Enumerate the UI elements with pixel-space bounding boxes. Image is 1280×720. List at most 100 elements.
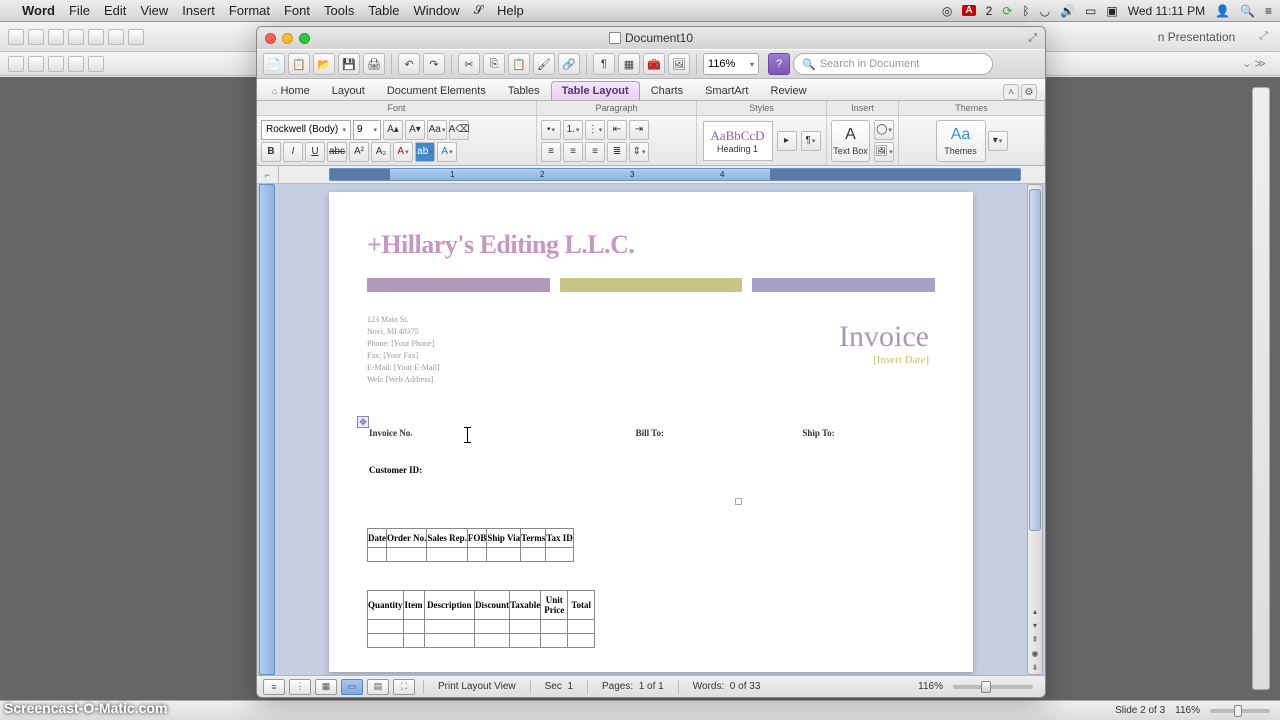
th-ship-via[interactable]: Ship Via xyxy=(487,529,521,548)
align-left-button[interactable]: ≡ xyxy=(541,142,561,162)
menu-table[interactable]: Table xyxy=(368,3,399,18)
highlight-button[interactable]: ab xyxy=(415,142,435,162)
table-row[interactable] xyxy=(368,620,595,634)
media-button[interactable]: 🖼 xyxy=(668,53,690,75)
th-tax-id[interactable]: Tax ID xyxy=(546,529,573,548)
menu-format[interactable]: Format xyxy=(229,3,270,18)
bullets-button[interactable]: • xyxy=(541,120,561,140)
open-button[interactable]: 📂 xyxy=(313,53,335,75)
ruler[interactable]: ⌐ 1 2 3 4 xyxy=(257,166,1045,184)
undo-button[interactable]: ↶ xyxy=(398,53,420,75)
notebook-view-button[interactable]: ▤ xyxy=(367,679,389,695)
document-page[interactable]: +Hillary's Editing L.L.C. 123 Main St. N… xyxy=(329,192,973,672)
th-quantity[interactable]: Quantity xyxy=(368,591,404,620)
justify-button[interactable]: ≣ xyxy=(607,142,627,162)
draft-view-button[interactable]: ≡ xyxy=(263,679,285,695)
fullscreen-view-button[interactable]: ⛶ xyxy=(393,679,415,695)
bluetooth-icon[interactable]: ᛒ xyxy=(1022,4,1029,18)
menu-view[interactable]: View xyxy=(140,3,168,18)
host-scrollbar[interactable] xyxy=(1252,87,1270,690)
browse-object-icon[interactable]: ◉ xyxy=(1028,646,1042,660)
font-size-dropdown[interactable]: 9 xyxy=(353,120,381,140)
font-name-dropdown[interactable]: Rockwell (Body) xyxy=(261,120,351,140)
prev-page-icon[interactable]: ⇞ xyxy=(1028,632,1042,646)
company-name[interactable]: +Hillary's Editing L.L.C. xyxy=(329,192,973,260)
print-button[interactable]: 🖨 xyxy=(363,53,385,75)
th-sales-rep[interactable]: Sales Rep. xyxy=(427,529,468,548)
align-right-button[interactable]: ≡ xyxy=(585,142,605,162)
date-icon[interactable]: ▣ xyxy=(1106,4,1117,18)
help-button[interactable]: ? xyxy=(768,53,790,75)
italic-button[interactable]: I xyxy=(283,142,303,162)
zoom-dropdown[interactable]: 116% xyxy=(703,53,759,75)
indent-button[interactable]: ⇥ xyxy=(629,120,649,140)
th-total[interactable]: Total xyxy=(568,591,595,620)
invoice-date[interactable]: [Insert Date] xyxy=(873,354,929,366)
outline-view-button[interactable]: ⋮ xyxy=(289,679,311,695)
th-fob[interactable]: FOB xyxy=(467,529,487,548)
vertical-ruler[interactable] xyxy=(259,184,275,675)
sidebar-button[interactable]: ▦ xyxy=(618,53,640,75)
adobe-icon[interactable]: A xyxy=(962,5,975,16)
th-unit-price[interactable]: Unit Price xyxy=(541,591,568,620)
close-button[interactable] xyxy=(265,33,276,44)
line-spacing-button[interactable]: ⇕ xyxy=(629,142,649,162)
scroll-down-icon[interactable]: ▾ xyxy=(1028,618,1042,632)
change-case-button[interactable]: Aa xyxy=(427,120,447,140)
tab-review[interactable]: Review xyxy=(760,81,818,100)
host-tool-icon[interactable] xyxy=(28,56,44,72)
th-description[interactable]: Description xyxy=(424,591,475,620)
numbering-button[interactable]: 1. xyxy=(563,120,583,140)
script-menu[interactable]: 𝒮 xyxy=(474,3,483,18)
zoom-button[interactable] xyxy=(299,33,310,44)
invoice-info-row[interactable]: Invoice No. Bill To: Ship To: xyxy=(369,428,929,438)
zoom-knob[interactable] xyxy=(981,681,991,693)
th-order-no[interactable]: Order No. xyxy=(387,529,427,548)
print-layout-view-button[interactable]: ▭ xyxy=(341,679,363,695)
app-menu[interactable]: Word xyxy=(22,3,55,18)
tab-home[interactable]: ⌂Home xyxy=(261,81,321,100)
menu-edit[interactable]: Edit xyxy=(104,3,126,18)
grow-font-button[interactable]: A▴ xyxy=(383,120,403,140)
show-button[interactable]: ¶ xyxy=(593,53,615,75)
host-tool-icon[interactable] xyxy=(88,56,104,72)
quicktime-icon[interactable]: ◎ xyxy=(942,4,952,18)
clear-formatting-button[interactable]: A⌫ xyxy=(449,120,469,140)
th-taxable[interactable]: Taxable xyxy=(510,591,541,620)
format-painter-button[interactable]: 🖌 xyxy=(533,53,555,75)
style-preview[interactable]: AaBbCcD Heading 1 xyxy=(703,121,773,161)
host-tool-icon[interactable] xyxy=(68,29,84,45)
table-resize-handle[interactable] xyxy=(735,498,742,505)
scrollbar-thumb[interactable] xyxy=(1029,189,1041,531)
link-button[interactable]: 🔗 xyxy=(558,53,580,75)
sync-icon[interactable]: ⟳ xyxy=(1002,4,1012,18)
themes-button[interactable]: Aa Themes xyxy=(936,120,986,162)
tab-charts[interactable]: Charts xyxy=(640,81,694,100)
tab-table-layout[interactable]: Table Layout xyxy=(551,81,640,100)
spotlight-icon[interactable]: 🔍 xyxy=(1240,4,1255,18)
user-icon[interactable]: 👤 xyxy=(1215,4,1230,18)
new-doc-button[interactable]: 📄 xyxy=(263,53,285,75)
styles-pane-button[interactable]: ¶ xyxy=(801,131,821,151)
host-tool-icon[interactable] xyxy=(48,56,64,72)
strikethrough-button[interactable]: abc xyxy=(327,142,347,162)
volume-icon[interactable]: 🔊 xyxy=(1060,4,1075,18)
search-field[interactable]: 🔍 Search in Document xyxy=(793,53,993,75)
underline-button[interactable]: U xyxy=(305,142,325,162)
clock[interactable]: Wed 11:11 PM xyxy=(1128,4,1205,18)
host-tool-icon[interactable] xyxy=(108,29,124,45)
customer-id-label[interactable]: Customer ID: xyxy=(369,465,422,475)
expand-icon[interactable]: ⤢ xyxy=(1028,32,1037,45)
cut-button[interactable]: ✂ xyxy=(458,53,480,75)
host-tool-icon[interactable] xyxy=(88,29,104,45)
tab-layout[interactable]: Layout xyxy=(321,81,376,100)
minimize-button[interactable] xyxy=(282,33,293,44)
ribbon-settings-button[interactable]: ⚙ xyxy=(1021,84,1037,100)
menu-help[interactable]: Help xyxy=(497,3,524,18)
ruler-corner[interactable]: ⌐ xyxy=(257,166,279,183)
host-zoom-slider[interactable] xyxy=(1210,709,1270,713)
subscript-button[interactable]: A₂ xyxy=(371,142,391,162)
horizontal-ruler[interactable]: 1 2 3 4 xyxy=(329,168,1021,181)
tab-document-elements[interactable]: Document Elements xyxy=(376,81,497,100)
tab-smartart[interactable]: SmartArt xyxy=(694,81,759,100)
